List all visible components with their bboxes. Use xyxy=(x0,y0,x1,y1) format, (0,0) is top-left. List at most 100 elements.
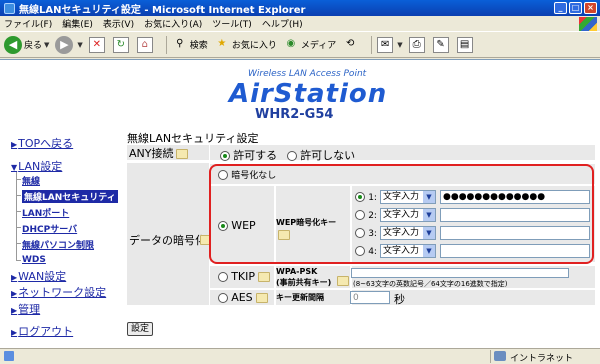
psk-label: WPA-PSK xyxy=(276,267,318,276)
windows-logo-icon xyxy=(579,16,597,31)
psk-input-cell: (8~63文字の英数記号／64文字の16進数で指定) xyxy=(351,266,595,288)
nav-dhcp-server[interactable]: DHCPサーバ xyxy=(22,222,77,235)
wep-highlight-box xyxy=(209,164,594,264)
toolbar-divider xyxy=(165,35,167,54)
encryption-label: データの暗号化 xyxy=(129,234,206,247)
nav-network-settings[interactable]: ネットワーク設定 xyxy=(11,284,106,300)
any-deny-radio[interactable]: 許可しない xyxy=(287,147,355,163)
any-allow-radio[interactable]: 許可する xyxy=(220,147,277,163)
print-icon: ⎙ xyxy=(408,36,425,53)
nav-lan-port[interactable]: LANポート xyxy=(22,206,69,219)
page-title: 無線LANセキュリティ設定 xyxy=(127,132,259,145)
dropdown-icon: ▼ xyxy=(397,40,403,49)
psk-input[interactable] xyxy=(351,268,569,278)
tree-tick xyxy=(16,260,21,261)
any-connection-label-cell: ANY接続 xyxy=(127,145,209,160)
back-arrow-icon: ◀ xyxy=(4,35,22,54)
refresh-button[interactable]: ↻ xyxy=(112,36,131,53)
help-icon[interactable] xyxy=(255,293,268,303)
tree-tick xyxy=(16,195,21,196)
minimize-button[interactable]: _ xyxy=(554,2,567,14)
encryption-label-cell: データの暗号化 xyxy=(127,163,212,305)
tree-tick xyxy=(16,211,21,212)
intranet-icon xyxy=(494,351,506,361)
interval-input-cell: 0 秒 xyxy=(350,290,595,306)
menu-edit[interactable]: 編集(E) xyxy=(62,17,93,30)
psk-label-cell: WPA-PSK (事前共有キー) xyxy=(276,266,350,288)
search-icon: ⚲ xyxy=(176,37,184,49)
nav-logout[interactable]: ログアウト xyxy=(11,323,73,339)
search-button[interactable]: ⚲ 検索 xyxy=(172,37,208,53)
history-icon: ⟲ xyxy=(346,37,355,49)
menu-bar: ファイル(F) 編集(E) 表示(V) お気に入り(A) ツール(T) ヘルプ(… xyxy=(0,16,600,32)
model-name: WHR2-G54 xyxy=(255,107,334,122)
print-button[interactable]: ⎙ xyxy=(408,36,427,53)
help-icon[interactable] xyxy=(176,149,189,159)
window-title: 無線LANセキュリティ設定 - Microsoft Internet Explo… xyxy=(19,4,306,16)
encryption-aes-radio[interactable]: AES xyxy=(218,291,268,304)
maximize-button[interactable]: □ xyxy=(569,2,582,14)
history-button[interactable]: ⟲ xyxy=(342,37,360,53)
nav-wds[interactable]: WDS xyxy=(22,255,46,265)
ie-icon xyxy=(4,2,15,14)
psk-label-sub: (事前共有キー) xyxy=(276,278,332,287)
star-icon: ★ xyxy=(217,37,227,49)
favorites-button[interactable]: ★ お気に入り xyxy=(214,37,277,53)
menu-help[interactable]: ヘルプ(H) xyxy=(262,17,303,30)
aes-radio-cell: AES xyxy=(210,290,274,305)
dropdown-icon: ▼ xyxy=(77,40,83,49)
media-button[interactable]: ◉ メディア xyxy=(283,37,336,53)
home-button[interactable]: ⌂ xyxy=(136,36,155,53)
nav-wireless[interactable]: 無線 xyxy=(22,174,40,187)
help-icon[interactable] xyxy=(337,276,349,286)
close-button[interactable]: × xyxy=(584,2,597,14)
menu-file[interactable]: ファイル(F) xyxy=(4,17,52,30)
help-icon[interactable] xyxy=(258,272,270,282)
nav-wireless-security[interactable]: 無線LANセキュリティ xyxy=(22,190,118,203)
edit-button[interactable]: ✎ xyxy=(432,36,451,53)
nav-admin[interactable]: 管理 xyxy=(11,301,40,317)
page-done-icon xyxy=(4,351,14,361)
tkip-radio-cell: TKIP xyxy=(210,266,274,288)
encryption-tkip-radio[interactable]: TKIP xyxy=(218,270,270,283)
logo-subtitle: Wireless LAN Access Point xyxy=(248,69,367,79)
any-connection-label: ANY接続 xyxy=(129,147,174,160)
media-icon: ◉ xyxy=(286,37,296,49)
nav-wan-settings[interactable]: WAN設定 xyxy=(11,268,66,284)
tree-tick xyxy=(16,179,21,180)
psk-hint: (8~63文字の英数記号／64文字の16進数で指定) xyxy=(353,280,508,288)
dropdown-icon: ▼ xyxy=(44,40,50,49)
stop-icon: ✕ xyxy=(88,36,105,53)
menu-favorites[interactable]: お気に入り(A) xyxy=(144,17,202,30)
interval-label: キー更新間隔 xyxy=(276,293,324,302)
interval-unit: 秒 xyxy=(394,293,405,306)
back-button[interactable]: ◀ 戻る ▼ xyxy=(4,35,50,54)
logo-title: AirStation xyxy=(229,79,388,109)
discuss-icon: ▤ xyxy=(456,36,473,53)
interval-label-cell: キー更新間隔 xyxy=(276,290,350,305)
tree-tick xyxy=(16,243,21,244)
nav-top[interactable]: TOPへ戻る xyxy=(11,135,73,151)
forward-button[interactable]: ▶ ▼ xyxy=(55,35,83,54)
mail-icon: ✉ xyxy=(377,36,394,53)
toolbar: ◀ 戻る ▼ ▶ ▼ ✕ ↻ ⌂ ⚲ 検索 ★ お気に入り ◉ メディア ⟲ ✉… xyxy=(0,32,600,58)
mail-button[interactable]: ✉ ▼ xyxy=(377,36,403,53)
status-divider xyxy=(490,350,491,363)
stop-button[interactable]: ✕ xyxy=(88,36,107,53)
tree-line xyxy=(16,172,17,261)
menu-view[interactable]: 表示(V) xyxy=(103,17,134,30)
edit-icon: ✎ xyxy=(432,36,449,53)
submit-button[interactable]: 設定 xyxy=(127,322,153,336)
page-content: Wireless LAN Access Point AirStation WHR… xyxy=(0,59,600,348)
discuss-button[interactable]: ▤ xyxy=(456,36,475,53)
nav-wireless-pc-restriction[interactable]: 無線パソコン制限 xyxy=(22,238,94,251)
status-bar: イントラネット xyxy=(0,348,600,364)
nav-lan-settings[interactable]: LAN設定 xyxy=(11,158,62,174)
title-bar: 無線LANセキュリティ設定 - Microsoft Internet Explo… xyxy=(0,0,600,16)
any-connection-options: 許可する 許可しない xyxy=(210,145,595,163)
refresh-icon: ↻ xyxy=(112,36,129,53)
key-interval-input[interactable]: 0 xyxy=(350,291,390,304)
security-zone: イントラネット xyxy=(510,354,574,364)
menu-tools[interactable]: ツール(T) xyxy=(212,17,252,30)
home-icon: ⌂ xyxy=(136,36,153,53)
